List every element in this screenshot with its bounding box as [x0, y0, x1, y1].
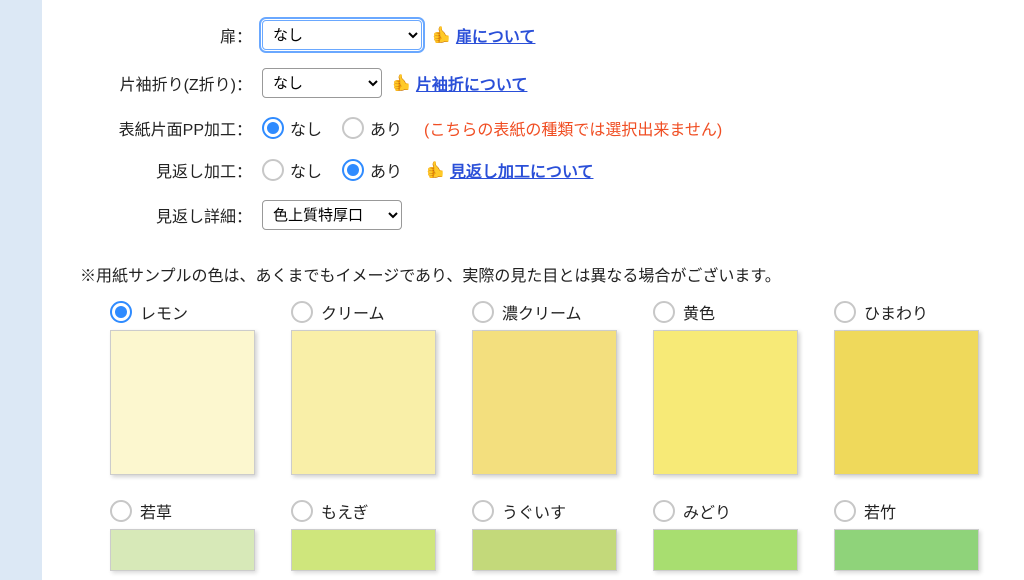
swatch-name: クリーム [321, 300, 385, 324]
swatch-name: レモン [140, 300, 188, 324]
swatch-cell: もえぎ [291, 499, 436, 571]
swatch-name: 濃クリーム [502, 300, 582, 324]
radio-mikaeshi-none[interactable] [262, 159, 284, 181]
swatch-box [291, 529, 436, 571]
swatch-box [653, 330, 798, 475]
label-zfold: 片袖折り(Z折り)： [62, 71, 262, 95]
swatch-box [110, 529, 255, 571]
swatch-name: ひまわり [864, 300, 928, 324]
swatch-box [834, 330, 979, 475]
thumbs-up-icon: 👍 [432, 25, 452, 45]
swatch-head: ひまわり [834, 300, 979, 324]
swatch-head: レモン [110, 300, 255, 324]
swatch-name: 若草 [140, 499, 172, 523]
swatch-box [291, 330, 436, 475]
swatch-head: 濃クリーム [472, 300, 617, 324]
row-mikaeshi: 見返し加工： なし あり 👍 見返し加工について [62, 158, 1004, 182]
swatch-cell: ひまわり [834, 300, 979, 475]
swatch-radio[interactable] [653, 301, 675, 323]
swatch-cell: 若草 [110, 499, 255, 571]
swatch-head: 若竹 [834, 499, 979, 523]
radio-label-pp-yes: あり [370, 116, 402, 140]
swatch-box [834, 529, 979, 571]
swatch-radio[interactable] [472, 500, 494, 522]
swatch-cell: うぐいす [472, 499, 617, 571]
select-door[interactable]: なし [262, 20, 422, 50]
swatch-cell: クリーム [291, 300, 436, 475]
radio-group-pp: なし あり [262, 116, 416, 140]
swatch-radio[interactable] [110, 500, 132, 522]
radio-pp-yes[interactable] [342, 117, 364, 139]
swatch-cell: 黄色 [653, 300, 798, 475]
swatch-radio[interactable] [653, 500, 675, 522]
swatch-radio[interactable] [291, 500, 313, 522]
swatch-box [472, 330, 617, 475]
label-pp: 表紙片面PP加工： [62, 116, 262, 140]
label-mikaeshi: 見返し加工： [62, 158, 262, 182]
label-door: 扉： [62, 23, 262, 47]
swatch-head: もえぎ [291, 499, 436, 523]
thumbs-up-icon: 👍 [426, 160, 446, 180]
swatch-box [472, 529, 617, 571]
swatch-name: みどり [683, 499, 731, 523]
swatch-head: みどり [653, 499, 798, 523]
radio-label-pp-none: なし [290, 116, 322, 140]
row-mikaeshi-detail: 見返し詳細： 色上質特厚口 [62, 200, 1004, 230]
swatch-cell: レモン [110, 300, 255, 475]
radio-group-mikaeshi: なし あり [262, 158, 416, 182]
radio-label-mikaeshi-yes: あり [370, 158, 402, 182]
label-mikaeshi-detail: 見返し詳細： [62, 203, 262, 227]
main-content: 扉： なし 👍 扉について 片袖折り(Z折り)： なし 👍 片袖折について 表紙… [42, 0, 1024, 580]
link-mikaeshi-about[interactable]: 見返し加工について [450, 158, 594, 182]
swatch-head: 若草 [110, 499, 255, 523]
row-pp: 表紙片面PP加工： なし あり (こちらの表紙の種類では選択出来ません) [62, 116, 1004, 140]
swatch-head: 黄色 [653, 300, 798, 324]
radio-label-mikaeshi-none: なし [290, 158, 322, 182]
swatch-radio[interactable] [291, 301, 313, 323]
left-rail [0, 0, 42, 580]
swatch-name: もえぎ [321, 499, 369, 523]
swatch-radio[interactable] [472, 301, 494, 323]
swatch-radio[interactable] [834, 500, 856, 522]
select-mikaeshi-detail[interactable]: 色上質特厚口 [262, 200, 402, 230]
swatch-name: うぐいす [502, 499, 566, 523]
thumbs-up-icon: 👍 [392, 73, 412, 93]
swatch-cell: みどり [653, 499, 798, 571]
swatch-grid: レモン クリーム 濃クリーム 黄色 ひまわり若草 もえぎ うぐいす みどり 若竹 [110, 300, 1004, 571]
swatch-box [653, 529, 798, 571]
link-zfold-about[interactable]: 片袖折について [416, 71, 528, 95]
swatch-cell: 濃クリーム [472, 300, 617, 475]
swatch-box [110, 330, 255, 475]
swatch-head: クリーム [291, 300, 436, 324]
select-zfold[interactable]: なし [262, 68, 382, 98]
link-door-about[interactable]: 扉について [456, 23, 536, 47]
sample-note: ※用紙サンプルの色は、あくまでもイメージであり、実際の見た目とは異なる場合がござ… [80, 262, 1004, 286]
swatch-radio[interactable] [834, 301, 856, 323]
pp-warning: (こちらの表紙の種類では選択出来ません) [424, 116, 722, 140]
row-door: 扉： なし 👍 扉について [62, 20, 1004, 50]
swatch-name: 黄色 [683, 300, 715, 324]
row-zfold: 片袖折り(Z折り)： なし 👍 片袖折について [62, 68, 1004, 98]
swatch-radio[interactable] [110, 301, 132, 323]
swatch-cell: 若竹 [834, 499, 979, 571]
swatch-name: 若竹 [864, 499, 896, 523]
swatch-head: うぐいす [472, 499, 617, 523]
radio-pp-none[interactable] [262, 117, 284, 139]
radio-mikaeshi-yes[interactable] [342, 159, 364, 181]
